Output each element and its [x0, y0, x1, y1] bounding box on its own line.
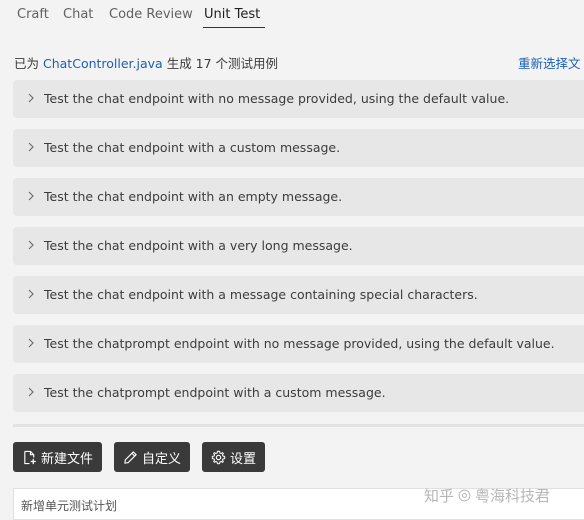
- chevron-right-icon: [28, 289, 34, 299]
- reselect-file-link[interactable]: 重新选择文: [518, 53, 581, 72]
- chevron-right-icon: [28, 142, 34, 152]
- summary-suffix: 生成 17 个测试用例: [166, 56, 279, 71]
- test-case-item[interactable]: Test the chat endpoint with an empty mes…: [13, 178, 584, 216]
- new-file-button[interactable]: 新建文件: [13, 442, 103, 472]
- tab-craft[interactable]: Craft: [17, 7, 49, 22]
- test-case-label: Test the chat endpoint with a message co…: [44, 287, 478, 302]
- chevron-right-icon: [28, 387, 34, 397]
- tab-chat[interactable]: Chat: [63, 7, 93, 22]
- test-case-item[interactable]: Test the chat endpoint with a custom mes…: [13, 129, 584, 167]
- gear-icon: [211, 450, 226, 464]
- chevron-right-icon: [28, 240, 34, 250]
- chevron-right-icon: [28, 338, 34, 348]
- test-case-item[interactable]: Test the chatprompt endpoint with a cust…: [13, 374, 584, 412]
- at-icon: [458, 489, 471, 502]
- test-case-label: Test the chatprompt endpoint with no mes…: [44, 336, 555, 351]
- customize-label: 自定义: [142, 451, 182, 467]
- test-case-item[interactable]: Test the chatprompt endpoint with no mes…: [13, 325, 584, 363]
- new-test-plan-label: 新增单元测试计划: [21, 499, 118, 513]
- test-case-item[interactable]: Test the chat endpoint with no message p…: [13, 80, 584, 118]
- summary-prefix: 已为: [14, 56, 40, 71]
- customize-button[interactable]: 自定义: [114, 442, 191, 472]
- watermark-left: 知乎: [424, 487, 455, 505]
- tab-code-review[interactable]: Code Review: [109, 7, 193, 22]
- watermark-right: 粤海科技君: [475, 487, 551, 505]
- unit-test-panel: Craft Chat Code Review Unit Test 已为 Chat…: [0, 0, 584, 520]
- tab-bar: Craft Chat Code Review Unit Test: [0, 0, 584, 32]
- source-file-link[interactable]: ChatController.java: [43, 56, 163, 71]
- settings-label: 设置: [230, 451, 257, 467]
- watermark: 知乎 粤海科技君: [424, 485, 550, 506]
- pencil-icon: [124, 450, 137, 464]
- chevron-right-icon: [28, 191, 34, 201]
- chevron-right-icon: [28, 93, 34, 103]
- generation-summary: 已为 ChatController.java 生成 17 个测试用例: [14, 53, 278, 72]
- new-file-label: 新建文件: [41, 451, 94, 467]
- active-tab-indicator: [203, 27, 265, 28]
- test-case-item[interactable]: Test the chat endpoint with a very long …: [13, 227, 584, 265]
- test-case-label: Test the chat endpoint with an empty mes…: [44, 189, 343, 204]
- test-case-label: Test the chat endpoint with no message p…: [44, 91, 510, 106]
- test-case-label: Test the chat endpoint with a custom mes…: [44, 140, 341, 155]
- tab-unit-test[interactable]: Unit Test: [204, 7, 260, 22]
- test-case-label: Test the chatprompt endpoint with a cust…: [44, 385, 386, 400]
- test-case-list: Test the chat endpoint with no message p…: [13, 80, 584, 427]
- test-case-label: Test the chat endpoint with a very long …: [44, 238, 353, 253]
- settings-button[interactable]: 设置: [202, 442, 266, 472]
- new-file-icon: [24, 450, 36, 464]
- test-case-item[interactable]: Test the chat endpoint with a message co…: [13, 276, 584, 314]
